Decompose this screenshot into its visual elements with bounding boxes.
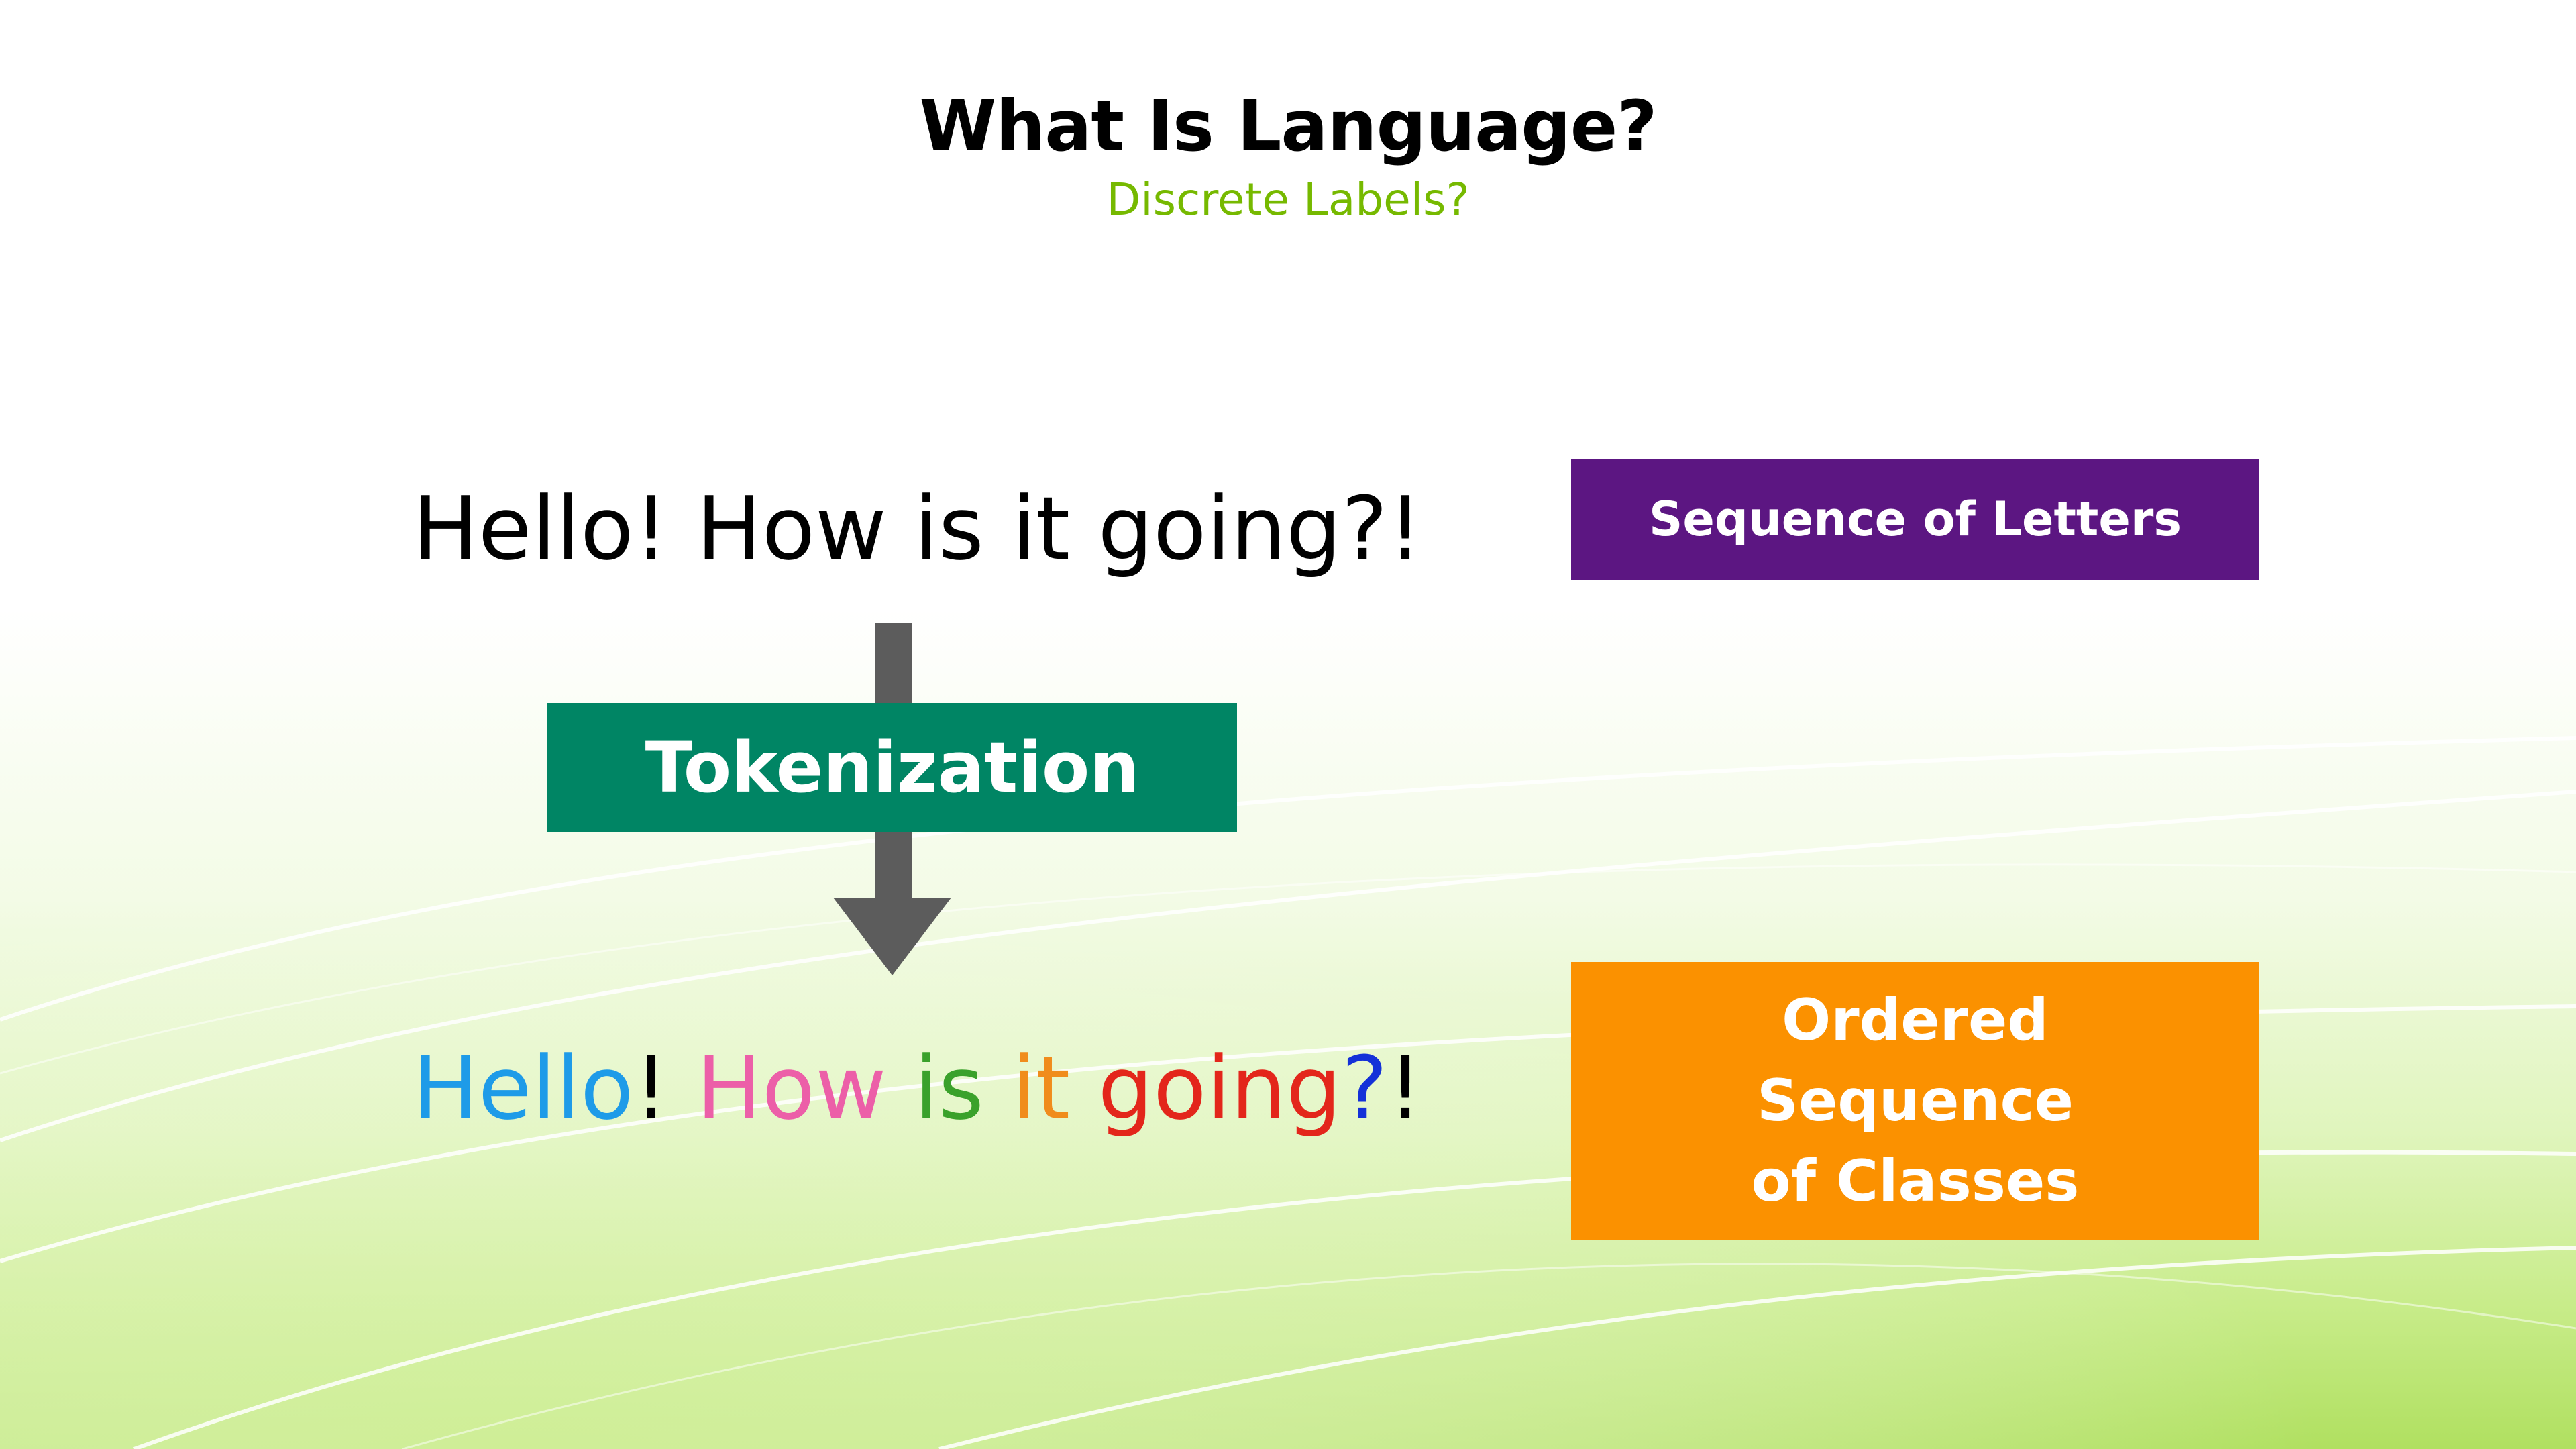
token: it [1012,1037,1098,1139]
token: is [914,1037,1012,1139]
sequence-of-letters-label: Sequence of Letters [1648,492,2182,547]
tokenized-sentence: Hello! How is it going?! [413,1034,1423,1142]
token: Hello [413,1037,634,1139]
ordered-sequence-of-classes-box: Ordered Sequence of Classes [1571,962,2259,1240]
classes-label-line: Ordered [1782,987,2049,1054]
slide: What Is Language? Discrete Labels? Hello… [0,0,2576,1449]
classes-label-line: of Classes [1751,1148,2080,1215]
token: ? [1341,1037,1388,1139]
sequence-of-letters-box: Sequence of Letters [1571,459,2259,580]
token: going [1097,1037,1342,1139]
slide-subtitle: Discrete Labels? [1106,174,1470,225]
tokenization-box: Tokenization [547,703,1237,832]
tokenization-label: Tokenization [645,727,1140,808]
token: ! [633,1037,696,1139]
token: ! [1387,1037,1423,1139]
plain-sentence: Hello! How is it going?! [413,478,1423,580]
token: How [696,1037,914,1139]
classes-label-line: Sequence [1757,1067,2074,1134]
slide-title: What Is Language? [919,85,1657,167]
